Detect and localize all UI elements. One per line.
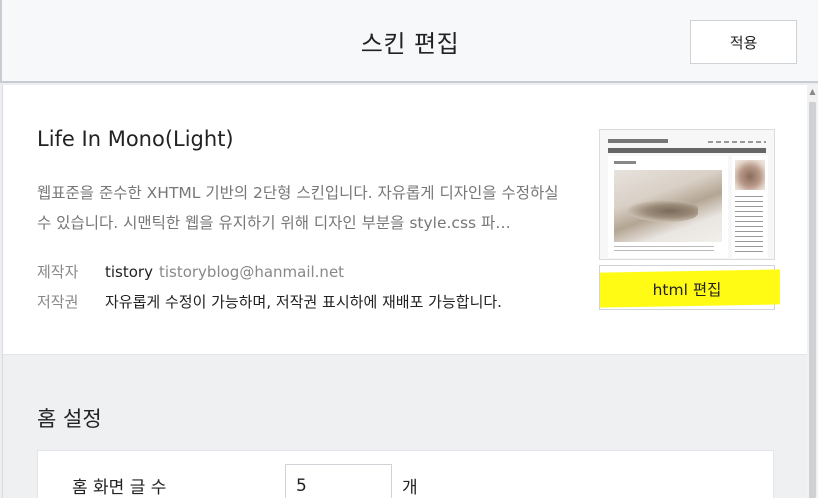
thumbnail-nav [708, 141, 766, 143]
thumbnail-menu-bar [608, 148, 766, 153]
author-email: tistoryblog@hanmail.net [158, 263, 345, 281]
thumbnail-sidebar-photo [735, 160, 765, 190]
post-count-input[interactable] [285, 464, 392, 498]
editor-header: 스킨 편집 적용 [0, 0, 818, 83]
scroll-up-arrow-icon[interactable]: ▲ [808, 87, 817, 97]
author-row: 제작자 tistory tistoryblog@hanmail.net [37, 261, 344, 282]
scrollbar-thumb[interactable] [809, 102, 816, 498]
thumbnail-sidebar-lines [735, 196, 763, 254]
thumbnail-post-title [614, 161, 636, 164]
thumbnail-title [608, 139, 668, 143]
author-name: tistory [105, 263, 153, 281]
apply-button[interactable]: 적용 [690, 20, 797, 64]
copyright-row: 저작권 자유롭게 수정이 가능하며, 저작권 표시하에 재배포 가능합니다. [37, 291, 502, 312]
skin-editor-window: 스킨 편집 적용 Life In Mono(Light) 웹표준을 준수한 XH… [0, 0, 818, 498]
copyright-label: 저작권 [37, 293, 79, 311]
editor-panel: Life In Mono(Light) 웹표준을 준수한 XHTML 기반의 2… [2, 85, 808, 498]
copyright-text: 자유롭게 수정이 가능하며, 저작권 표시하에 재배포 가능합니다. [105, 293, 502, 311]
thumbnail-text-lines [614, 246, 714, 254]
skin-thumbnail [599, 129, 775, 260]
html-edit-button[interactable]: html 편집 [599, 265, 780, 310]
html-edit-label: html 편집 [652, 281, 722, 299]
skin-name: Life In Mono(Light) [37, 127, 234, 151]
skin-description: 웹표준을 준수한 XHTML 기반의 2단형 스킨입니다. 자유롭게 디자인을 … [37, 184, 559, 232]
home-settings-card: 홈 화면 글 수 개 [37, 450, 774, 498]
skin-info-section: Life In Mono(Light) 웹표준을 준수한 XHTML 기반의 2… [3, 85, 808, 355]
post-count-label: 홈 화면 글 수 [72, 478, 167, 498]
author-label: 제작자 [37, 263, 79, 281]
post-count-unit: 개 [402, 478, 418, 498]
thumbnail-cat-image [628, 200, 698, 222]
home-settings-title: 홈 설정 [37, 407, 102, 431]
